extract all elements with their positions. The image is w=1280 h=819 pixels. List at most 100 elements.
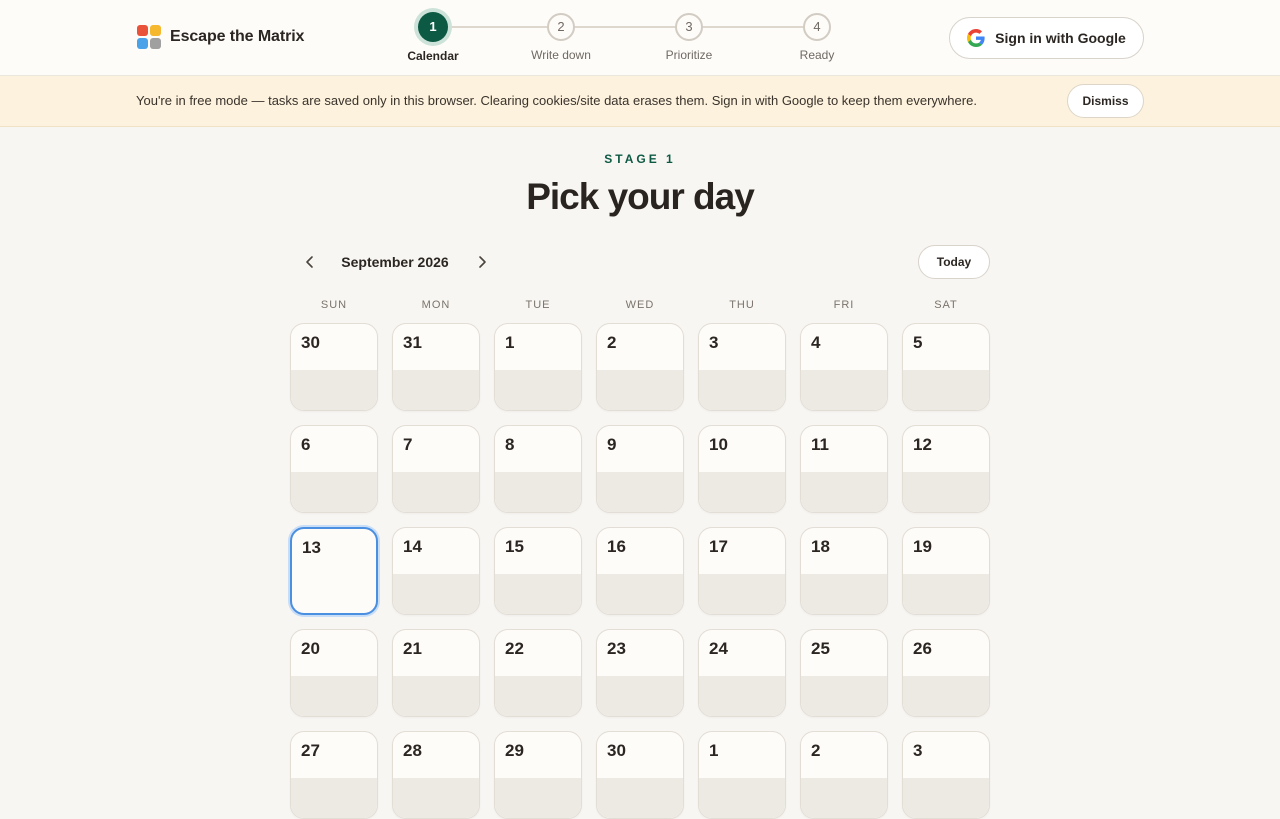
- calendar-day-cell[interactable]: 9: [596, 425, 684, 513]
- day-task-area: [393, 370, 479, 410]
- step-calendar[interactable]: 1 Calendar: [393, 11, 473, 63]
- day-task-area: [699, 778, 785, 818]
- day-task-area: [291, 370, 377, 410]
- calendar-day-cell[interactable]: 20: [290, 629, 378, 717]
- calendar-day-cell[interactable]: 17: [698, 527, 786, 615]
- weekday-label: SAT: [934, 299, 958, 311]
- day-task-area: [495, 574, 581, 614]
- day-number: 5: [913, 333, 923, 352]
- calendar-day-cell[interactable]: 2: [800, 731, 888, 819]
- free-mode-banner: You're in free mode — tasks are saved on…: [0, 76, 1280, 127]
- calendar-day-cell[interactable]: 24: [698, 629, 786, 717]
- calendar-day-cell[interactable]: 13: [290, 527, 378, 615]
- calendar-day-cell[interactable]: 29: [494, 731, 582, 819]
- day-number: 8: [505, 435, 515, 454]
- day-task-area: [801, 370, 887, 410]
- day-number: 27: [301, 741, 320, 760]
- day-number: 15: [505, 537, 524, 556]
- chevron-left-icon[interactable]: [299, 251, 321, 273]
- day-number: 3: [913, 741, 923, 760]
- day-task-area: [597, 370, 683, 410]
- weekday-label: TUE: [525, 299, 551, 311]
- day-number: 21: [403, 639, 422, 658]
- calendar-day-cell[interactable]: 21: [392, 629, 480, 717]
- google-g-icon: [967, 29, 985, 47]
- day-number: 3: [709, 333, 719, 352]
- step-label: Ready: [799, 48, 835, 62]
- step-write-down[interactable]: 2 Write down: [521, 11, 601, 62]
- step-prioritize[interactable]: 3 Prioritize: [649, 11, 729, 62]
- calendar-day-cell[interactable]: 4: [800, 323, 888, 411]
- day-task-area: [801, 676, 887, 716]
- calendar-day-cell[interactable]: 3: [902, 731, 990, 819]
- day-number: 22: [505, 639, 524, 658]
- day-task-area: [903, 676, 989, 716]
- step-number: 3: [675, 13, 703, 41]
- step-number: 4: [803, 13, 831, 41]
- day-task-area: [495, 472, 581, 512]
- day-number: 14: [403, 537, 422, 556]
- day-number: 10: [709, 435, 728, 454]
- banner-message: You're in free mode — tasks are saved on…: [136, 93, 977, 108]
- calendar-day-cell[interactable]: 22: [494, 629, 582, 717]
- day-number: 1: [505, 333, 515, 352]
- progress-stepper: 1 Calendar 2 Write down 3 Prioritize 4 R…: [393, 11, 857, 67]
- calendar-day-cell[interactable]: 11: [800, 425, 888, 513]
- calendar-day-cell[interactable]: 26: [902, 629, 990, 717]
- day-task-area: [291, 472, 377, 512]
- calendar-day-cell[interactable]: 1: [494, 323, 582, 411]
- day-task-area: [495, 778, 581, 818]
- day-number: 9: [607, 435, 617, 454]
- calendar-grid: 30 31 1 2 3 4 5 6 7 8 9 10 11 12 13 14 15 16 17 18 19 20 21 22 2…: [290, 323, 990, 819]
- calendar-day-cell[interactable]: 12: [902, 425, 990, 513]
- calendar-day-cell[interactable]: 14: [392, 527, 480, 615]
- brand[interactable]: Escape the Matrix: [137, 25, 304, 49]
- calendar-day-cell[interactable]: 1: [698, 731, 786, 819]
- calendar-day-cell[interactable]: 30: [596, 731, 684, 819]
- step-ready[interactable]: 4 Ready: [777, 11, 857, 62]
- day-task-area: [903, 472, 989, 512]
- weekday-label: THU: [729, 299, 755, 311]
- day-number: 2: [811, 741, 821, 760]
- day-task-area: [393, 574, 479, 614]
- calendar-day-cell[interactable]: 2: [596, 323, 684, 411]
- calendar-day-cell[interactable]: 18: [800, 527, 888, 615]
- day-task-area: [699, 574, 785, 614]
- calendar-day-cell[interactable]: 30: [290, 323, 378, 411]
- calendar-day-cell[interactable]: 31: [392, 323, 480, 411]
- day-number: 19: [913, 537, 932, 556]
- calendar-day-cell[interactable]: 23: [596, 629, 684, 717]
- step-label: Write down: [531, 48, 591, 62]
- day-task-area: [903, 574, 989, 614]
- month-navigation: September 2026 Today: [290, 245, 990, 279]
- sign-in-with-google-button[interactable]: Sign in with Google: [949, 17, 1144, 59]
- calendar-day-cell[interactable]: 15: [494, 527, 582, 615]
- day-number: 30: [301, 333, 320, 352]
- calendar-day-cell[interactable]: 27: [290, 731, 378, 819]
- day-number: 11: [811, 435, 829, 454]
- step-number: 1: [418, 12, 448, 42]
- today-button[interactable]: Today: [918, 245, 990, 279]
- day-task-area: [291, 676, 377, 716]
- calendar-day-cell[interactable]: 16: [596, 527, 684, 615]
- day-number: 16: [607, 537, 626, 556]
- dismiss-button[interactable]: Dismiss: [1067, 84, 1144, 118]
- calendar-day-cell[interactable]: 19: [902, 527, 990, 615]
- weekday-label: FRI: [833, 299, 855, 311]
- chevron-right-icon[interactable]: [471, 251, 493, 273]
- calendar-day-cell[interactable]: 5: [902, 323, 990, 411]
- calendar-day-cell[interactable]: 3: [698, 323, 786, 411]
- calendar-day-cell[interactable]: 7: [392, 425, 480, 513]
- day-number: 26: [913, 639, 932, 658]
- calendar-day-cell[interactable]: 10: [698, 425, 786, 513]
- day-task-area: [597, 676, 683, 716]
- day-number: 6: [301, 435, 311, 454]
- day-number: 1: [709, 741, 719, 760]
- calendar-day-cell[interactable]: 28: [392, 731, 480, 819]
- calendar-day-cell[interactable]: 8: [494, 425, 582, 513]
- calendar-day-cell[interactable]: 6: [290, 425, 378, 513]
- weekday-label: SUN: [320, 299, 348, 311]
- calendar-day-cell[interactable]: 25: [800, 629, 888, 717]
- day-number: 13: [302, 538, 321, 557]
- day-number: 28: [403, 741, 422, 760]
